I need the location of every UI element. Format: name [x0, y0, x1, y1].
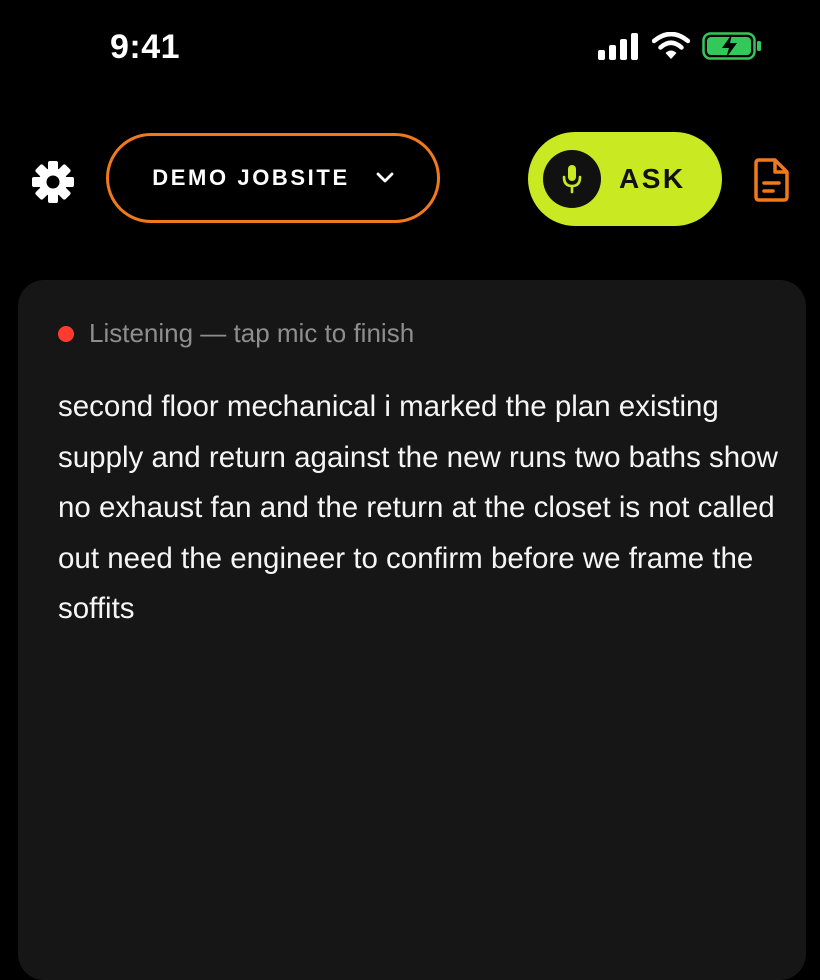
- chevron-down-icon: [376, 172, 394, 183]
- recording-indicator: [58, 325, 74, 342]
- microphone-icon: [562, 165, 582, 194]
- ask-label: ASK: [619, 163, 686, 194]
- settings-button[interactable]: [30, 159, 76, 205]
- cellular-signal-icon: [598, 33, 638, 60]
- status-bar: 9:41: [0, 0, 820, 96]
- listening-status-text: Listening — tap mic to finish: [89, 318, 415, 348]
- wifi-icon: [652, 32, 690, 59]
- status-time: 9:41: [110, 28, 181, 66]
- battery-charging-icon: [702, 32, 761, 60]
- top-toolbar: DEMO JOBSITE ASK: [0, 130, 820, 228]
- gear-icon: [32, 161, 74, 203]
- document-button[interactable]: [752, 158, 790, 202]
- ask-button[interactable]: ASK: [528, 132, 722, 226]
- jobsite-selector[interactable]: DEMO JOBSITE: [106, 133, 440, 223]
- mic-button[interactable]: [543, 150, 601, 208]
- jobsite-label: DEMO JOBSITE: [152, 165, 350, 190]
- status-icons: [598, 32, 762, 60]
- listening-status: Listening — tap mic to finish: [58, 318, 414, 349]
- transcript-card: Listening — tap mic to finish second flo…: [18, 280, 806, 980]
- document-icon: [754, 158, 789, 202]
- transcript-text: second floor mechanical i marked the pla…: [58, 390, 778, 625]
